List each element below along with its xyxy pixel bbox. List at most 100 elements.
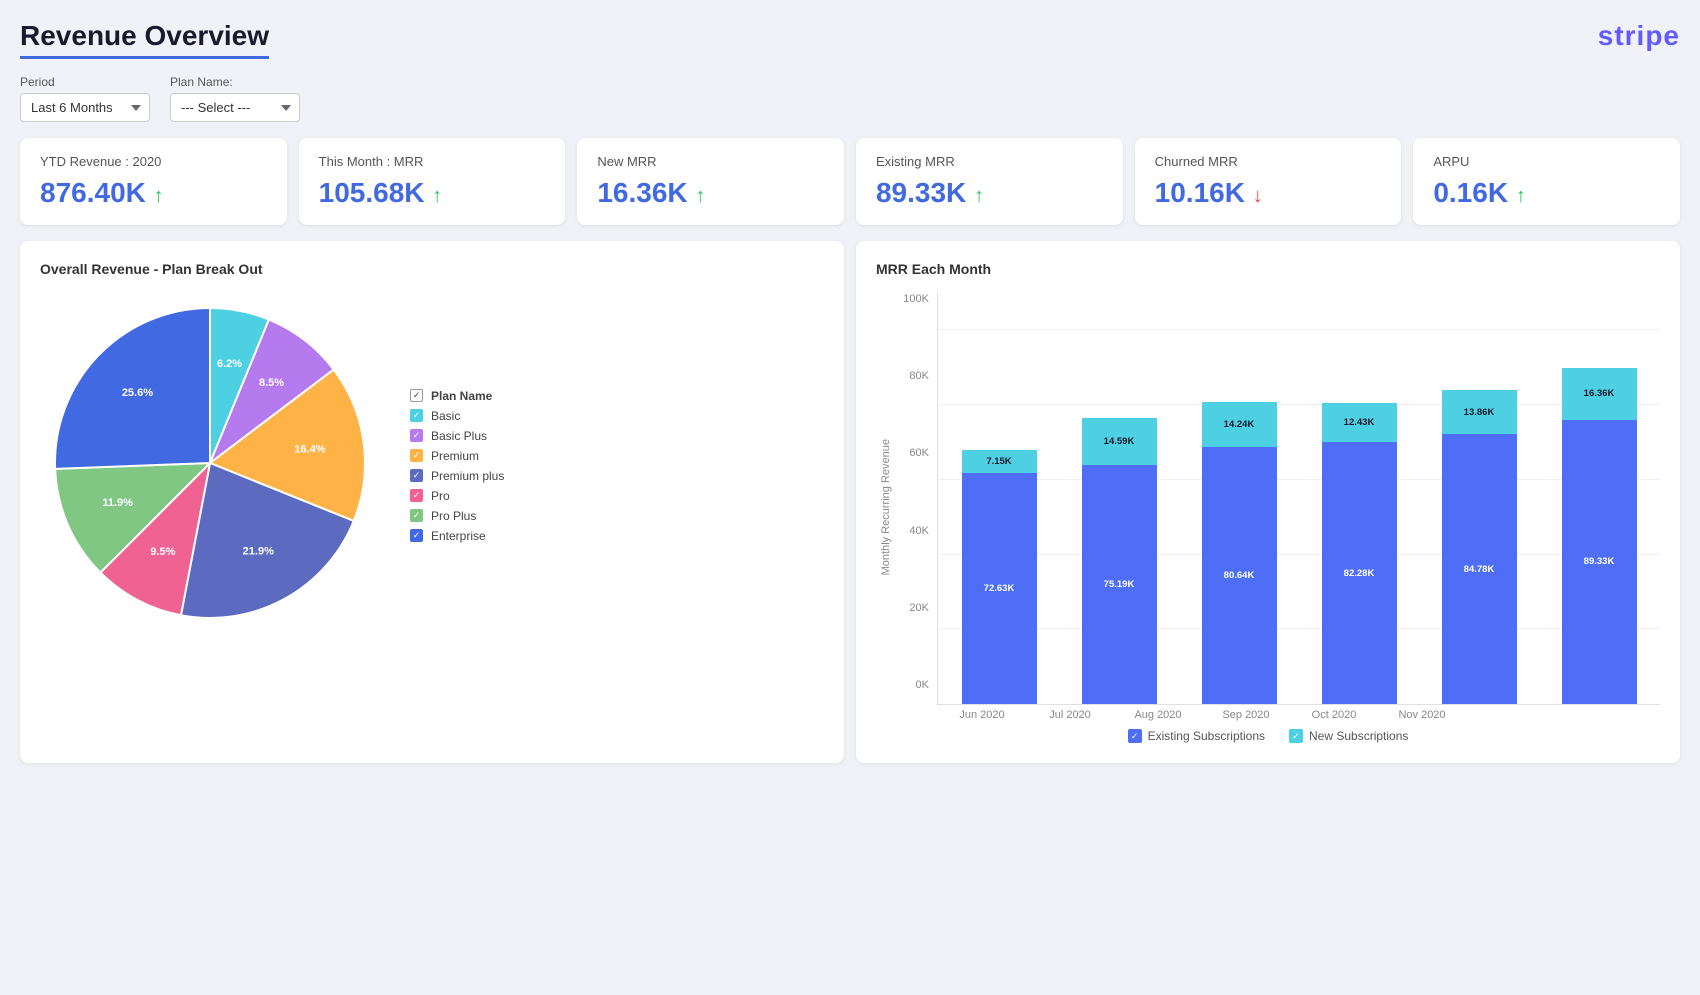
metric-value-4: 10.16K ↓ xyxy=(1155,177,1382,209)
pie-label-basic: 6.2% xyxy=(217,358,242,370)
legend-label-3: Premium plus xyxy=(431,469,504,483)
pie-label-premium: 16.4% xyxy=(294,444,325,456)
metric-value-5: 0.16K ↑ xyxy=(1433,177,1660,209)
x-label-1: Jul 2020 xyxy=(1035,709,1105,721)
metric-label-2: New MRR xyxy=(597,154,824,169)
x-label-0: Jun 2020 xyxy=(947,709,1017,721)
new-label-4: 13.86K xyxy=(1464,407,1495,418)
y-tick-100: 100K xyxy=(903,293,929,305)
legend-item-2[interactable]: ✓ Premium xyxy=(410,449,504,463)
metric-label-3: Existing MRR xyxy=(876,154,1103,169)
x-label-5: Nov 2020 xyxy=(1387,709,1457,721)
legend-item-6[interactable]: ✓ Enterprise xyxy=(410,529,504,543)
bar-existing-2: 80.64K xyxy=(1202,447,1277,704)
legend-label-1: Basic Plus xyxy=(431,429,487,443)
pie-label-enterprise: 25.6% xyxy=(122,387,153,399)
charts-row: Overall Revenue - Plan Break Out 6.2% 8.5… xyxy=(20,241,1680,763)
period-select[interactable]: Last 6 Months Last 3 Months Last 12 Mont… xyxy=(20,93,150,122)
plan-select[interactable]: --- Select --- Basic Basic Plus Premium … xyxy=(170,93,300,122)
metric-value-0: 876.40K ↑ xyxy=(40,177,267,209)
pie-chart-card: Overall Revenue - Plan Break Out 6.2% 8.5… xyxy=(20,241,844,763)
x-label-4: Oct 2020 xyxy=(1299,709,1369,721)
legend-item-1[interactable]: ✓ Basic Plus xyxy=(410,429,504,443)
bar-legend-label-1: New Subscriptions xyxy=(1309,729,1408,743)
legend-label-6: Enterprise xyxy=(431,529,486,543)
bar-chart-title: MRR Each Month xyxy=(876,261,1660,277)
bar-legend-label-0: Existing Subscriptions xyxy=(1148,729,1265,743)
bar-chart-card: MRR Each Month Monthly Recurring Revenue… xyxy=(856,241,1680,763)
new-label-3: 12.43K xyxy=(1344,417,1375,428)
period-label: Period xyxy=(20,75,150,89)
bar-existing-0: 72.63K xyxy=(962,473,1037,704)
bar-existing-3: 82.28K xyxy=(1322,442,1397,704)
metric-card-2: New MRR 16.36K ↑ xyxy=(577,138,844,225)
pie-label-pro plus: 11.9% xyxy=(102,497,133,509)
plan-label: Plan Name: xyxy=(170,75,300,89)
bar-group-4: 13.86K 84.78K xyxy=(1428,303,1530,704)
new-label-2: 14.24K xyxy=(1224,419,1255,430)
legend-label-4: Pro xyxy=(431,489,450,503)
bar-legend-item-1: ✓ New Subscriptions xyxy=(1289,729,1408,743)
new-label-1: 14.59K xyxy=(1104,436,1135,447)
new-label-0: 7.15K xyxy=(986,456,1011,467)
bar-chart-area: 100K80K60K40K20K0K 7.15K72.63K14.59K75.1… xyxy=(892,293,1660,721)
bar-new-2: 14.24K xyxy=(1202,402,1277,447)
bar-new-0: 7.15K xyxy=(962,450,1037,473)
existing-label-5: 89.33K xyxy=(1584,556,1615,567)
metric-card-5: ARPU 0.16K ↑ xyxy=(1413,138,1680,225)
pie-legend: ✓Plan Name ✓ Basic ✓ Basic Plus ✓ Premiu… xyxy=(410,389,504,543)
bar-chart-wrapper: Monthly Recurring Revenue 100K80K60K40K2… xyxy=(876,293,1660,743)
bar-new-1: 14.59K xyxy=(1082,418,1157,464)
metric-card-0: YTD Revenue : 2020 876.40K ↑ xyxy=(20,138,287,225)
metric-card-1: This Month : MRR 105.68K ↑ xyxy=(299,138,566,225)
y-tick-40: 40K xyxy=(909,525,929,537)
metric-value-3: 89.33K ↑ xyxy=(876,177,1103,209)
bar-chart-flex: Monthly Recurring Revenue 100K80K60K40K2… xyxy=(876,293,1660,721)
metrics-row: YTD Revenue : 2020 876.40K ↑ This Month … xyxy=(20,138,1680,225)
bar-new-3: 12.43K xyxy=(1322,403,1397,443)
legend-label-5: Pro Plus xyxy=(431,509,476,523)
legend-header: ✓Plan Name xyxy=(410,389,504,403)
legend-item-0[interactable]: ✓ Basic xyxy=(410,409,504,423)
legend-item-4[interactable]: ✓ Pro xyxy=(410,489,504,503)
legend-item-3[interactable]: ✓ Premium plus xyxy=(410,469,504,483)
legend-item-5[interactable]: ✓ Pro Plus xyxy=(410,509,504,523)
metric-value-1: 105.68K ↑ xyxy=(319,177,546,209)
pie-label-basic plus: 8.5% xyxy=(259,377,284,389)
y-axis-title: Monthly Recurring Revenue xyxy=(876,439,892,575)
bar-existing-1: 75.19K xyxy=(1082,465,1157,704)
bar-group-3: 12.43K 82.28K xyxy=(1308,303,1410,704)
bar-group-1: 14.59K 75.19K xyxy=(1068,303,1170,704)
y-tick-20: 20K xyxy=(909,602,929,614)
existing-label-0: 72.63K xyxy=(984,583,1015,594)
x-label-3: Sep 2020 xyxy=(1211,709,1281,721)
bar-chart-legend: ✓ Existing Subscriptions ✓ New Subscript… xyxy=(876,729,1660,743)
bar-group-5: 16.36K 89.33K xyxy=(1548,303,1650,704)
y-tick-80: 80K xyxy=(909,370,929,382)
bar-new-5: 16.36K xyxy=(1562,368,1637,420)
page-wrapper: Revenue Overview stripe Period Last 6 Mo… xyxy=(20,20,1680,763)
bar-existing-4: 84.78K xyxy=(1442,434,1517,704)
new-label-5: 16.36K xyxy=(1584,388,1615,399)
bars-col: 7.15K 72.63K 14.59K 75.19K 14.24K 80.64K 12.43… xyxy=(937,293,1660,721)
pie-label-premium plus: 21.9% xyxy=(243,545,274,557)
pie-label-pro: 9.5% xyxy=(150,546,175,558)
existing-label-4: 84.78K xyxy=(1464,564,1495,575)
bar-existing-5: 89.33K xyxy=(1562,420,1637,704)
x-label-2: Aug 2020 xyxy=(1123,709,1193,721)
bars-area: 7.15K 72.63K 14.59K 75.19K 14.24K 80.64K 12.43… xyxy=(937,293,1660,705)
y-axis: 100K80K60K40K20K0K xyxy=(892,293,937,721)
pie-chart-title: Overall Revenue - Plan Break Out xyxy=(40,261,824,277)
y-tick-0: 0K xyxy=(916,679,929,691)
filters: Period Last 6 Months Last 3 Months Last … xyxy=(20,75,1680,122)
metric-card-4: Churned MRR 10.16K ↓ xyxy=(1135,138,1402,225)
metric-value-2: 16.36K ↑ xyxy=(597,177,824,209)
bar-new-4: 13.86K xyxy=(1442,390,1517,434)
bar-group-0: 7.15K 72.63K xyxy=(948,303,1050,704)
bar-chart-inner: 100K80K60K40K20K0K 7.15K72.63K14.59K75.1… xyxy=(892,293,1660,721)
pie-svg-wrapper: 6.2% 8.5% 16.4% 21.9% 9.5% 11.9% 25.6% xyxy=(40,293,380,638)
bar-group-2: 14.24K 80.64K xyxy=(1188,303,1290,704)
plan-filter-group: Plan Name: --- Select --- Basic Basic Pl… xyxy=(170,75,300,122)
stripe-logo: stripe xyxy=(1598,20,1680,52)
metric-label-1: This Month : MRR xyxy=(319,154,546,169)
